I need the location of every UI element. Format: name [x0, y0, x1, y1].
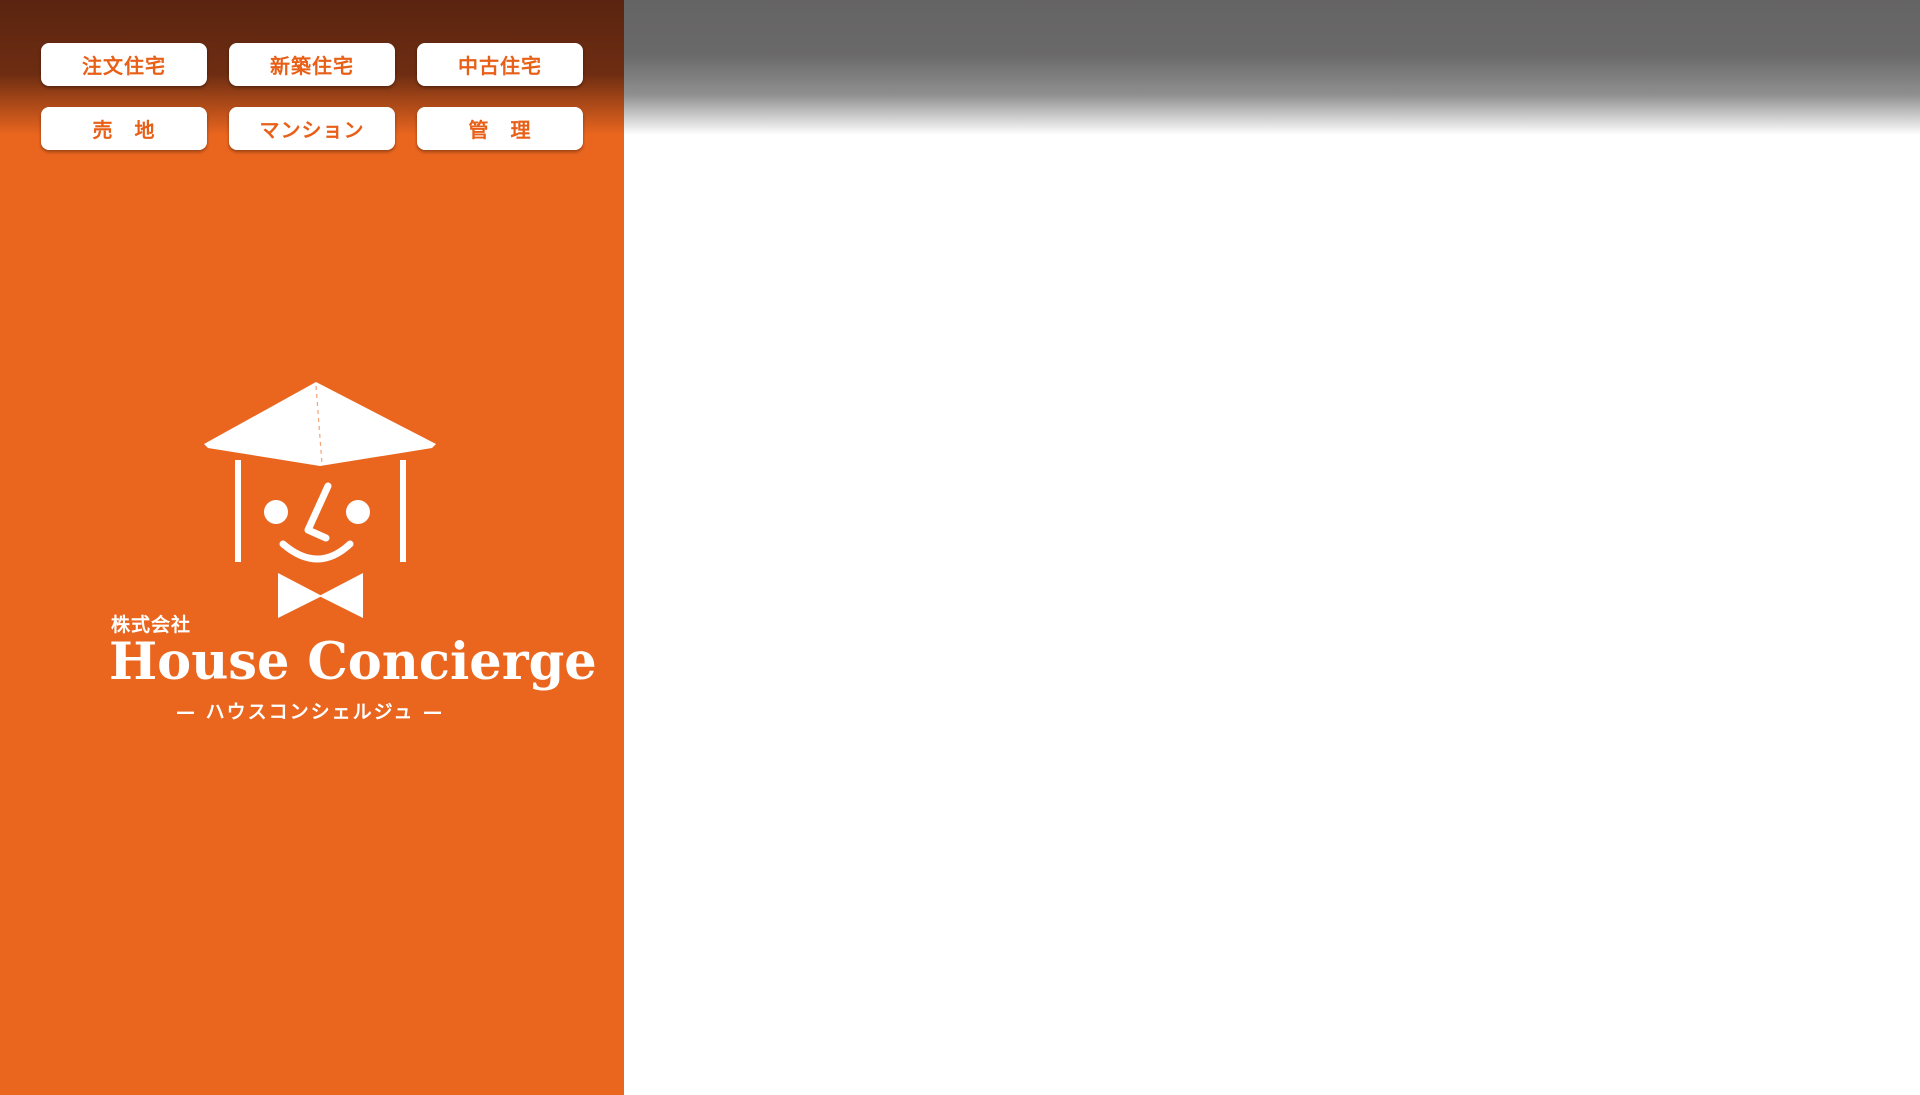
page: 注文住宅 新築住宅 中古住宅 売 地 マンション 管 理 株式会社 House … [0, 0, 1920, 1095]
nav-button-land[interactable]: 売 地 [41, 107, 207, 150]
nav-button-used-home[interactable]: 中古住宅 [417, 43, 583, 86]
sidebar: 注文住宅 新築住宅 中古住宅 売 地 マンション 管 理 株式会社 House … [0, 0, 624, 1095]
company-kana: — ハウスコンシェルジュ — [176, 701, 444, 723]
graduate-house-mascot-icon [204, 382, 436, 618]
company-logo[interactable]: 株式会社 House Concierge — ハウスコンシェルジュ — [100, 370, 597, 730]
company-name: House Concierge [109, 632, 597, 692]
nav-button-management[interactable]: 管 理 [417, 107, 583, 150]
header-shade [624, 0, 1920, 135]
nav-button-condominium[interactable]: マンション [229, 107, 395, 150]
category-nav: 注文住宅 新築住宅 中古住宅 売 地 マンション 管 理 [41, 43, 584, 150]
nav-button-new-home[interactable]: 新築住宅 [229, 43, 395, 86]
nav-button-custom-home[interactable]: 注文住宅 [41, 43, 207, 86]
